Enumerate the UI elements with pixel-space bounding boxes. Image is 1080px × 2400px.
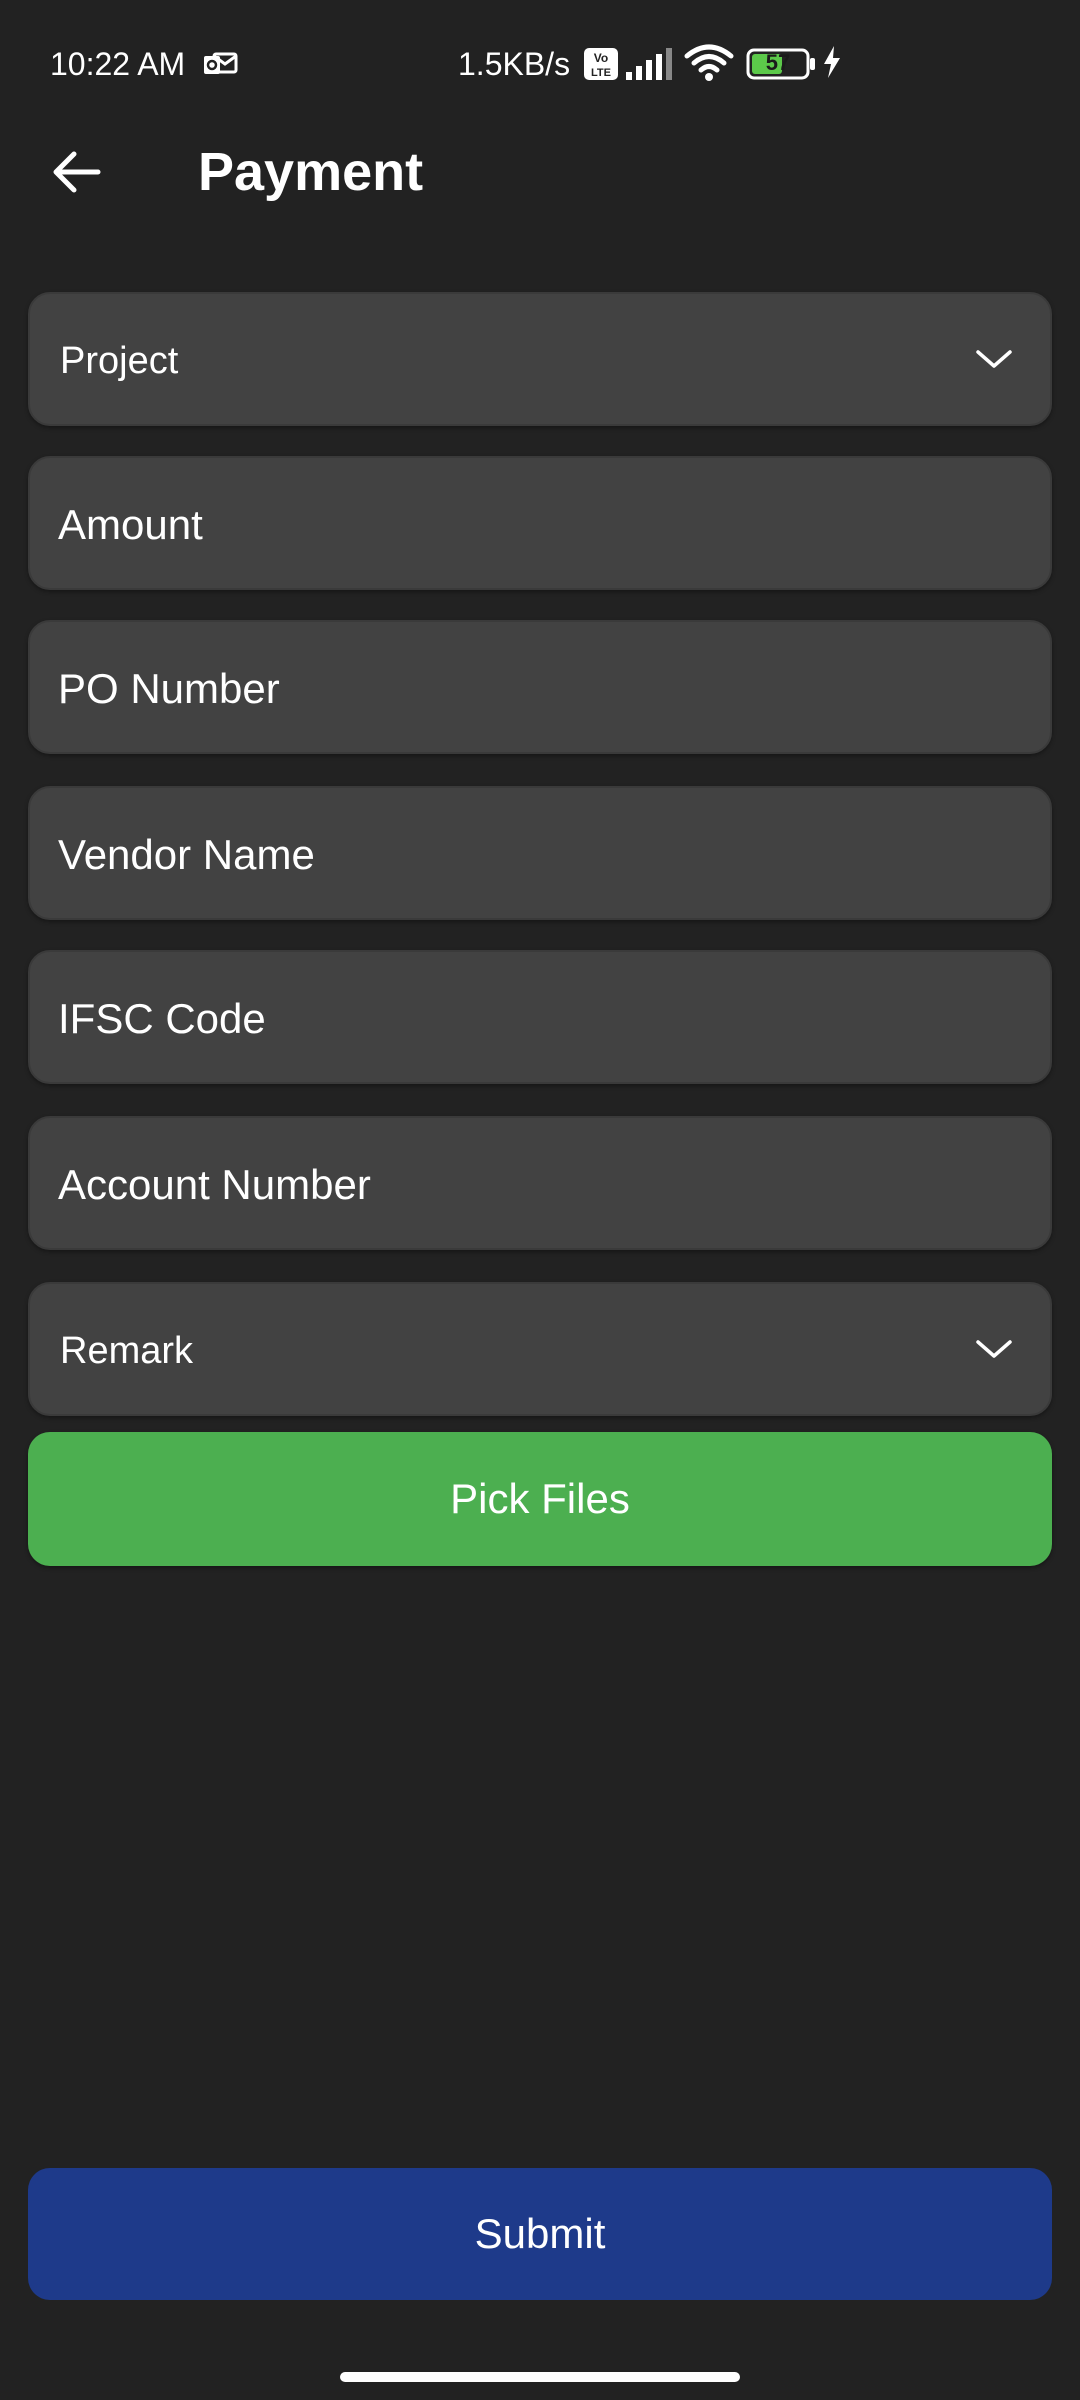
project-dropdown-label: Project (60, 340, 179, 382)
svg-text:LTE: LTE (591, 67, 611, 79)
amount-placeholder: Amount (58, 501, 203, 548)
battery-level: 57 (765, 50, 791, 75)
pick-files-button[interactable]: Pick Files (28, 1432, 1052, 1566)
amount-field[interactable]: Amount (28, 456, 1052, 590)
remark-dropdown-label: Remark (60, 1330, 194, 1372)
remark-dropdown[interactable]: Remark (28, 1282, 1052, 1416)
arrow-left-icon (53, 151, 101, 193)
po-number-field[interactable]: PO Number (28, 620, 1052, 754)
volte-icon: Vo LTE (584, 48, 618, 85)
project-dropdown[interactable]: Project (28, 292, 1052, 426)
wifi-icon (684, 44, 734, 87)
network-speed: 1.5KB/s (458, 46, 571, 82)
signal-icon (626, 46, 674, 85)
po-number-placeholder: PO Number (58, 665, 280, 712)
status-time: 10:22 AM (50, 46, 186, 82)
vendor-name-field[interactable]: Vendor Name (28, 786, 1052, 920)
charging-bolt-icon (822, 46, 842, 83)
ifsc-code-placeholder: IFSC Code (58, 995, 266, 1042)
vendor-name-placeholder: Vendor Name (58, 831, 315, 878)
back-button[interactable] (40, 136, 112, 208)
ifsc-code-field[interactable]: IFSC Code (28, 950, 1052, 1084)
page-title: Payment (198, 142, 424, 202)
svg-text:Vo: Vo (594, 51, 608, 65)
chevron-down-icon (976, 350, 1012, 368)
outlook-mail-icon (204, 50, 238, 83)
chevron-down-icon (976, 1340, 1012, 1358)
account-number-placeholder: Account Number (58, 1161, 371, 1208)
home-indicator[interactable] (340, 2372, 740, 2382)
status-bar: 10:22 AM 1.5KB/s Vo LTE 57 (0, 0, 1080, 120)
account-number-field[interactable]: Account Number (28, 1116, 1052, 1250)
app-bar: Payment (0, 120, 1080, 220)
submit-button[interactable]: Submit (28, 2168, 1052, 2300)
